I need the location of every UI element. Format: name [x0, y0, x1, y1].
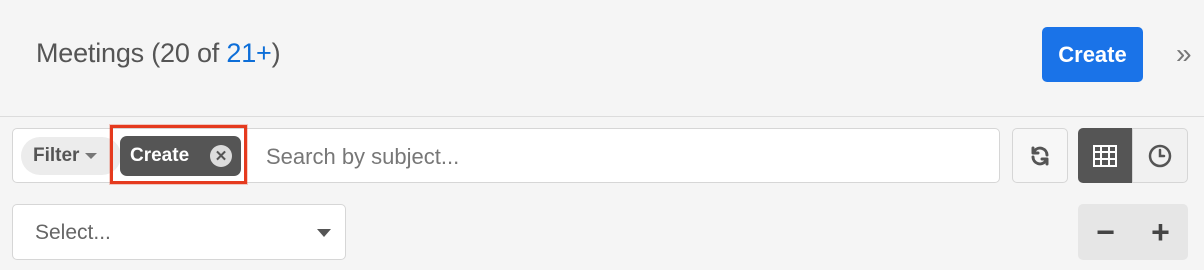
- record-count-link[interactable]: 21+: [226, 38, 271, 68]
- select-placeholder: Select...: [35, 221, 111, 244]
- title-prefix: Meetings (20 of: [36, 38, 227, 68]
- view-select[interactable]: Select...: [12, 204, 346, 260]
- list-header: Meetings (20 of 21+) Create »: [0, 0, 1204, 117]
- refresh-button[interactable]: [1012, 128, 1068, 183]
- highlight-box: [110, 125, 247, 184]
- zoom-in-button[interactable]: +: [1133, 204, 1188, 260]
- list-view-button[interactable]: [1078, 128, 1132, 183]
- expand-panel-icon[interactable]: »: [1176, 38, 1192, 70]
- title-suffix: ): [271, 38, 281, 68]
- refresh-icon: [1031, 146, 1049, 165]
- zoom-control: − +: [1078, 204, 1188, 260]
- filter-label: Filter: [33, 145, 80, 166]
- search-input[interactable]: [264, 140, 988, 174]
- filter-dropdown[interactable]: Filter: [21, 137, 121, 175]
- caret-down-icon: [85, 153, 98, 159]
- zoom-out-button[interactable]: −: [1078, 204, 1133, 260]
- activity-stream-button[interactable]: [1132, 128, 1188, 183]
- caret-down-icon: [317, 229, 331, 237]
- clock-icon: [1148, 144, 1172, 167]
- create-button[interactable]: Create: [1042, 27, 1143, 82]
- page-title: Meetings (20 of 21+): [36, 38, 281, 69]
- grid-icon: [1093, 144, 1117, 167]
